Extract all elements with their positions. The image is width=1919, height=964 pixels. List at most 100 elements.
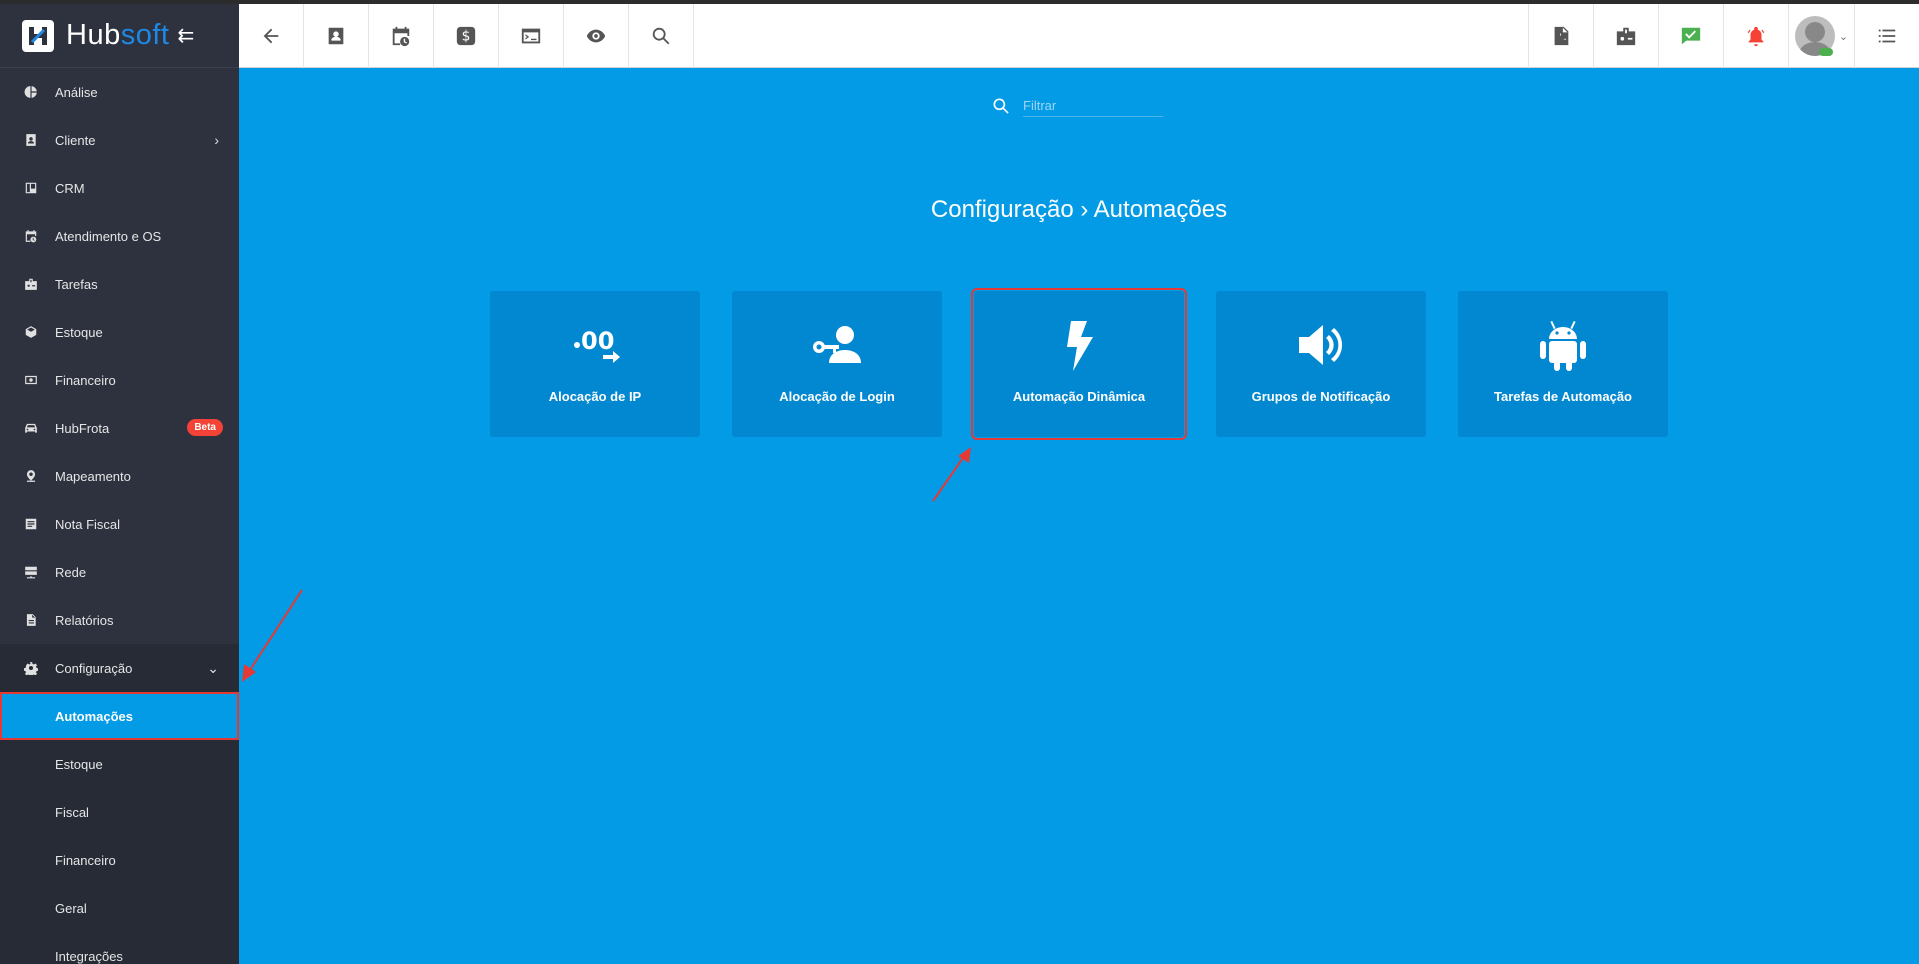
chevron-down-icon: ⌄ (1838, 30, 1849, 43)
sidebar-item-label: CRM (55, 180, 85, 196)
calendar-clock-icon (392, 26, 410, 47)
document-icon (24, 517, 38, 531)
submenu-label: Integrações (55, 948, 123, 964)
board-icon (24, 181, 38, 195)
money-icon (24, 373, 38, 387)
sidebar-item-tarefas[interactable]: Tarefas (0, 260, 239, 308)
terminal-button[interactable] (499, 4, 564, 68)
messages-button[interactable] (1658, 4, 1723, 68)
card-alocacao-login[interactable]: Alocação de Login (732, 291, 942, 437)
beta-badge: Beta (187, 419, 223, 436)
map-pin-icon (24, 469, 38, 483)
main-content: Configuração › Automações 00 Alocação de… (239, 69, 1919, 964)
svg-text:$: $ (462, 29, 471, 45)
card-label: Automação Dinâmica (1012, 389, 1146, 404)
contact-icon (328, 27, 344, 45)
card-label: Alocação de Login (779, 389, 895, 404)
user-menu[interactable]: ⌄ (1788, 4, 1854, 68)
schedule-button[interactable] (369, 4, 434, 68)
submenu-label: Geral (55, 900, 87, 916)
page-title: Configuração › Automações (930, 196, 1228, 223)
logo-bar: Hubsoft ⇇ (0, 4, 239, 68)
arrow-left-icon (263, 28, 279, 44)
sidebar-item-atendimento[interactable]: Atendimento e OS (0, 212, 239, 260)
filter-search (991, 95, 1163, 117)
chevron-down-icon: ⌄ (207, 659, 219, 676)
sidebar-item-label: Rede (55, 564, 87, 580)
report-icon (24, 613, 38, 627)
sidebar-item-label: Configuração (55, 660, 133, 676)
contact-icon (24, 133, 38, 147)
sidebar-nav: Análise Cliente › CRM Atendimento e OS T… (0, 68, 239, 692)
sidebar-item-financeiro[interactable]: Financeiro (0, 356, 239, 404)
card-label: Alocação de IP (548, 389, 642, 404)
chat-check-icon (1681, 27, 1701, 45)
finance-button[interactable]: $ (434, 4, 499, 68)
submenu-item-automacoes[interactable]: Automações (0, 692, 239, 740)
lightning-icon (1051, 315, 1107, 375)
sidebar: Hubsoft ⇇ Análise Cliente › CRM Atendime… (0, 4, 239, 964)
sidebar-item-configuracao[interactable]: Configuração ⌄ (0, 644, 239, 692)
card-label: Grupos de Notificação (1251, 389, 1391, 404)
contacts-button[interactable] (304, 4, 369, 68)
submenu-item-geral[interactable]: Geral (0, 884, 239, 932)
pie-chart-icon (24, 85, 38, 99)
card-alocacao-ip[interactable]: 00 Alocação de IP (490, 291, 700, 437)
eye-icon (586, 29, 606, 43)
card-tarefas-automacao[interactable]: Tarefas de Automação (1458, 291, 1668, 437)
sidebar-item-mapeamento[interactable]: Mapeamento (0, 452, 239, 500)
sidebar-item-hubfrota[interactable]: HubFrota Beta (0, 404, 239, 452)
sidebar-item-label: Relatórios (55, 612, 114, 628)
gear-icon (24, 661, 38, 675)
hubsoft-logo-icon (22, 19, 54, 52)
pdf-button[interactable] (1528, 4, 1593, 68)
badge-icon (24, 277, 38, 291)
svg-text:00: 00 (581, 327, 614, 355)
sidebar-item-label: Estoque (55, 324, 103, 340)
badge-icon (1616, 27, 1636, 46)
sidebar-item-label: Tarefas (55, 276, 98, 292)
sidebar-item-cliente[interactable]: Cliente › (0, 116, 239, 164)
sidebar-item-rede[interactable]: Rede (0, 548, 239, 596)
submenu-item-estoque[interactable]: Estoque (0, 740, 239, 788)
sidebar-item-relatorios[interactable]: Relatórios (0, 596, 239, 644)
submenu-label: Estoque (55, 756, 103, 772)
alerts-button[interactable] (1723, 4, 1788, 68)
submenu-item-fiscal[interactable]: Fiscal (0, 788, 239, 836)
submenu-item-integracoes[interactable]: Integrações (0, 932, 239, 964)
car-icon (24, 421, 38, 435)
back-button[interactable] (239, 4, 304, 68)
sidebar-item-nota-fiscal[interactable]: Nota Fiscal (0, 500, 239, 548)
search-icon (652, 27, 670, 45)
view-button[interactable] (564, 4, 629, 68)
collapse-sidebar-icon[interactable]: ⇇ (177, 23, 194, 48)
search-icon (993, 98, 1009, 114)
sidebar-item-analise[interactable]: Análise (0, 68, 239, 116)
sidebar-item-crm[interactable]: CRM (0, 164, 239, 212)
tasks-button[interactable] (1593, 4, 1658, 68)
key-user-icon (809, 315, 865, 375)
android-icon (1535, 315, 1591, 375)
menu-list-button[interactable] (1854, 4, 1919, 68)
search-button[interactable] (629, 4, 694, 68)
box-icon (24, 325, 38, 339)
card-label: Tarefas de Automação (1494, 389, 1632, 404)
sidebar-item-label: Cliente (55, 132, 96, 148)
chevron-right-icon: › (214, 132, 219, 148)
card-grupos-notificacao[interactable]: Grupos de Notificação (1216, 291, 1426, 437)
dollar-icon: $ (456, 26, 476, 46)
card-automacao-dinamica[interactable]: Automação Dinâmica (971, 288, 1187, 440)
sidebar-item-estoque[interactable]: Estoque (0, 308, 239, 356)
terminal-icon (521, 28, 541, 44)
brand-name: Hubsoft (66, 19, 170, 51)
submenu-label: Financeiro (55, 852, 116, 868)
sidebar-item-label: Análise (55, 84, 98, 100)
sidebar-item-label: Mapeamento (55, 468, 131, 484)
sidebar-item-label: Financeiro (55, 372, 116, 388)
filter-input[interactable] (1023, 95, 1163, 117)
toolbar: $ ⌄ (239, 4, 1919, 68)
submenu-item-financeiro[interactable]: Financeiro (0, 836, 239, 884)
submenu-label: Fiscal (55, 804, 89, 820)
speaker-icon (1293, 315, 1349, 375)
online-status-icon (1818, 48, 1833, 56)
